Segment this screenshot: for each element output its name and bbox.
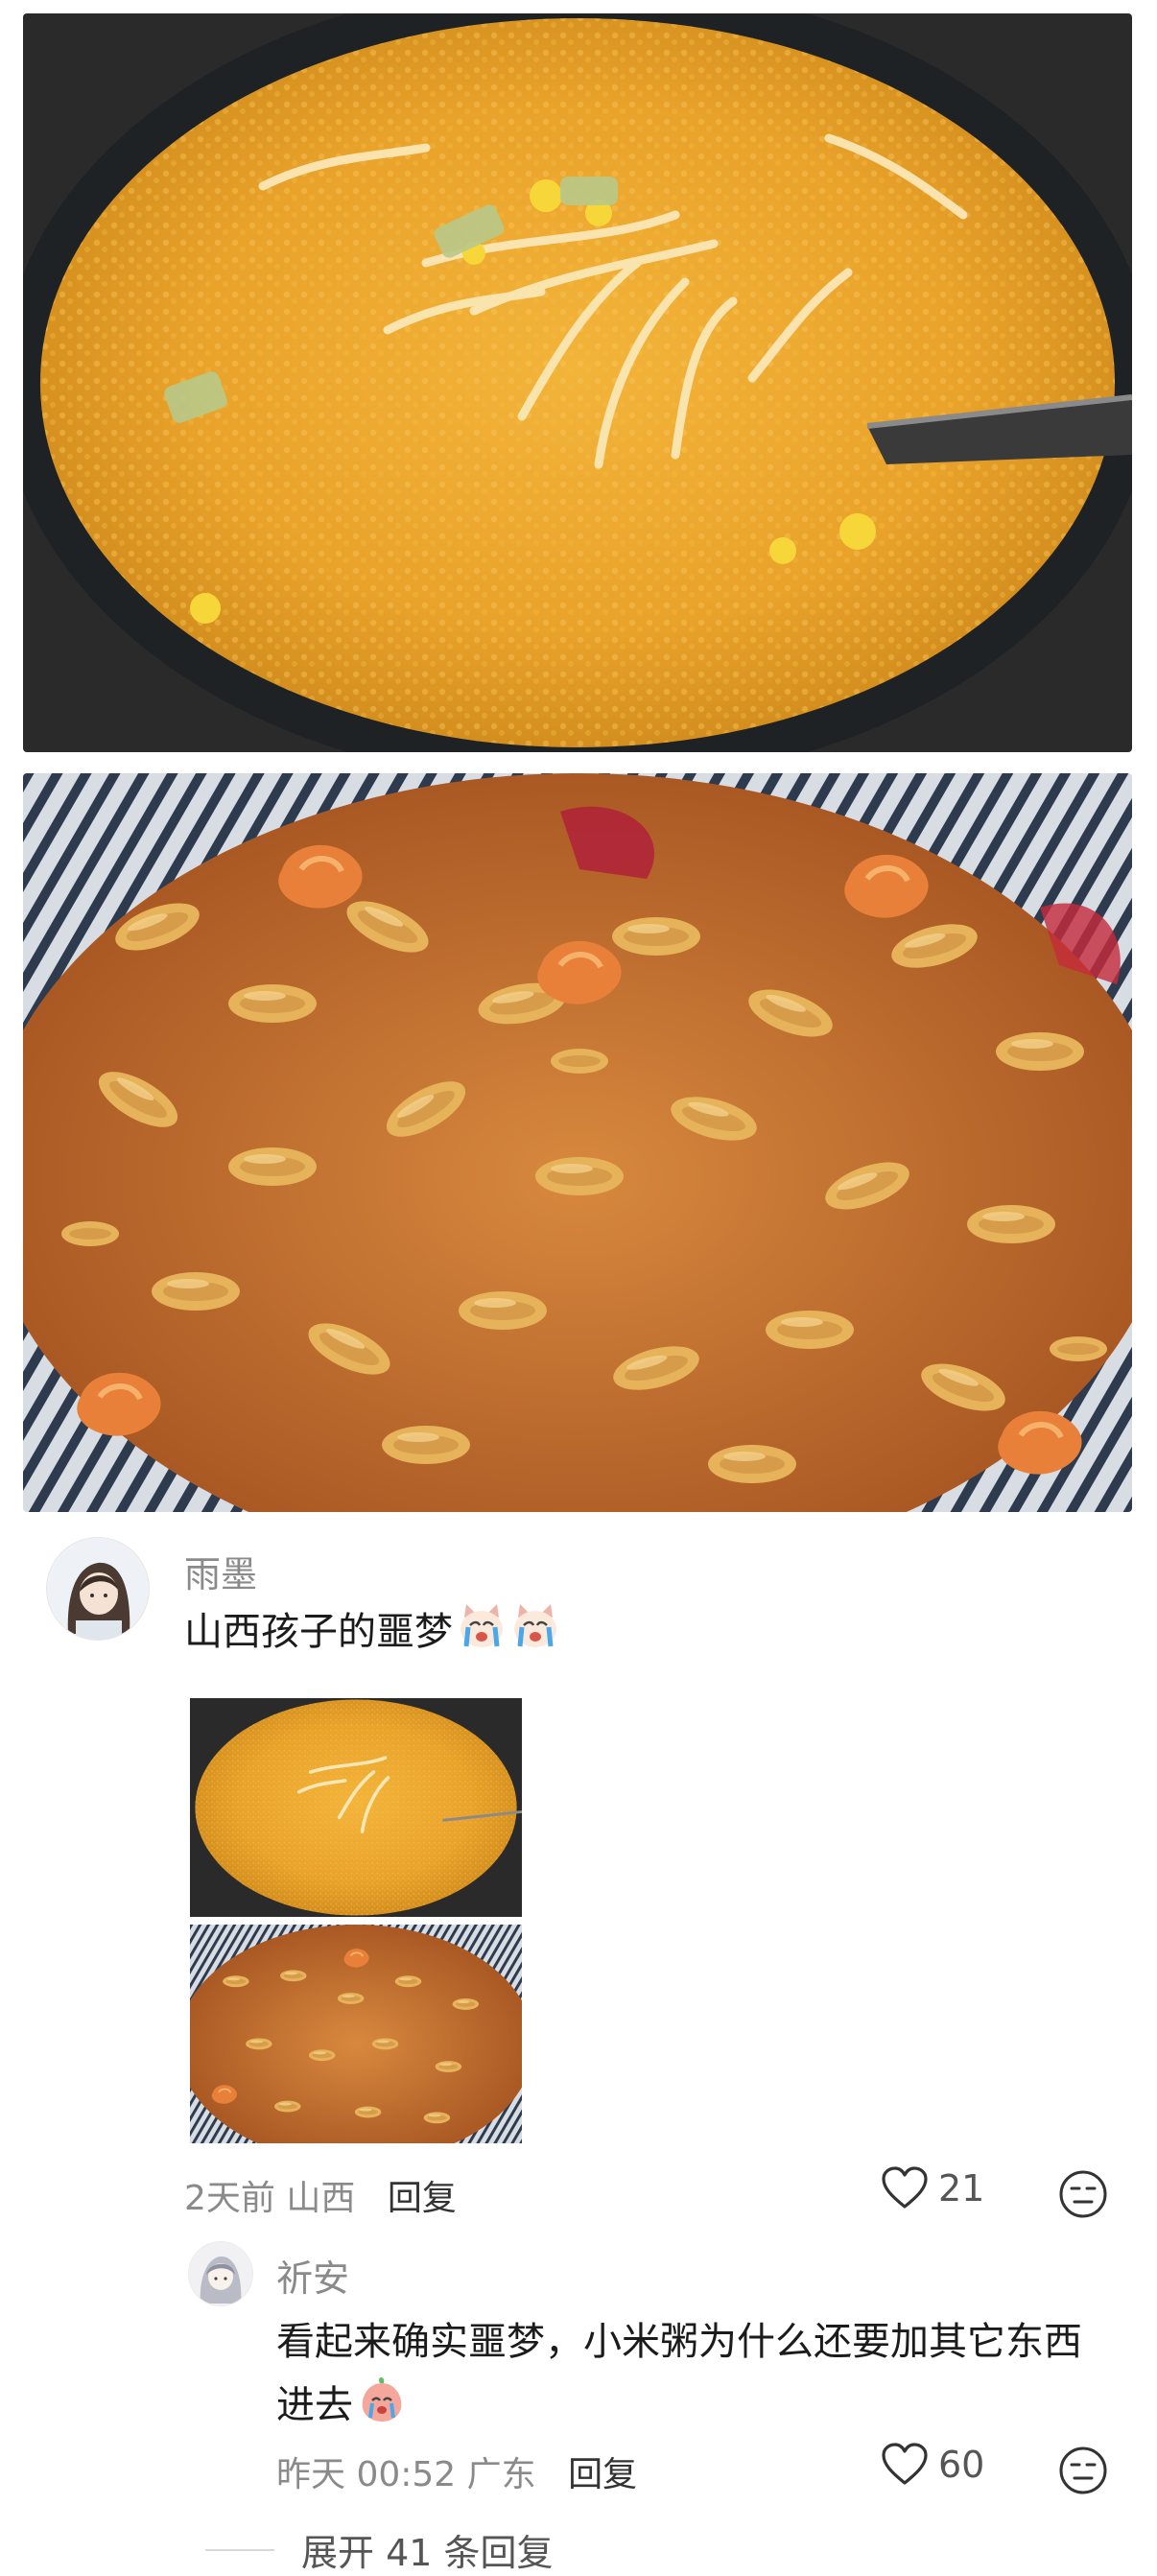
reply-dislike-button[interactable] xyxy=(1057,2445,1109,2496)
reply-like-count: 60 xyxy=(938,2444,985,2486)
crying-cat-emoji xyxy=(457,1600,507,1669)
comment-text: 山西孩子的噩梦 xyxy=(184,1600,560,1669)
comment-time: 2天前 xyxy=(184,2179,275,2218)
dislike-button[interactable] xyxy=(1057,2168,1109,2220)
heart-icon xyxy=(882,2443,928,2485)
expand-replies[interactable]: 展开 41 条回复 xyxy=(205,2523,554,2576)
avatar[interactable] xyxy=(46,1537,150,1641)
photo-porridge[interactable] xyxy=(23,13,1132,752)
expand-replies-label[interactable]: 展开 41 条回复 xyxy=(301,2523,554,2576)
reply-button[interactable]: 回复 xyxy=(388,2179,457,2218)
reply-text: 看起来确实噩梦，小米粥为什么还要加其它东西进去 xyxy=(276,2310,1101,2443)
like-button[interactable]: 21 xyxy=(881,2166,984,2210)
dislike-face-icon xyxy=(1059,2446,1107,2494)
comment-meta: 2天前 山西 回复 xyxy=(184,2170,457,2220)
reply-location: 广东 xyxy=(466,2455,536,2494)
reply-meta: 昨天 00:52 广东 回复 xyxy=(276,2446,637,2496)
reply-time: 昨天 00:52 xyxy=(276,2455,457,2494)
heart-icon xyxy=(882,2166,928,2209)
like-count: 21 xyxy=(938,2167,985,2210)
reply-username[interactable]: 祈安 xyxy=(276,2249,349,2302)
photo-pasta[interactable] xyxy=(23,773,1132,1512)
divider xyxy=(205,2548,274,2551)
thumbnail-pasta[interactable] xyxy=(190,1925,522,2143)
reply-avatar[interactable] xyxy=(188,2241,253,2306)
comment-location: 山西 xyxy=(286,2179,356,2218)
reply-reply-button[interactable]: 回复 xyxy=(568,2455,637,2494)
comment-username[interactable]: 雨墨 xyxy=(184,1545,257,1597)
crying-peach-emoji xyxy=(357,2374,407,2443)
dislike-face-icon xyxy=(1059,2170,1107,2218)
thumbnail-porridge[interactable] xyxy=(190,1698,522,1917)
crying-cat-emoji xyxy=(510,1600,560,1669)
reply-like-button[interactable]: 60 xyxy=(881,2443,984,2487)
comment-text-content: 山西孩子的噩梦 xyxy=(184,1610,453,1654)
